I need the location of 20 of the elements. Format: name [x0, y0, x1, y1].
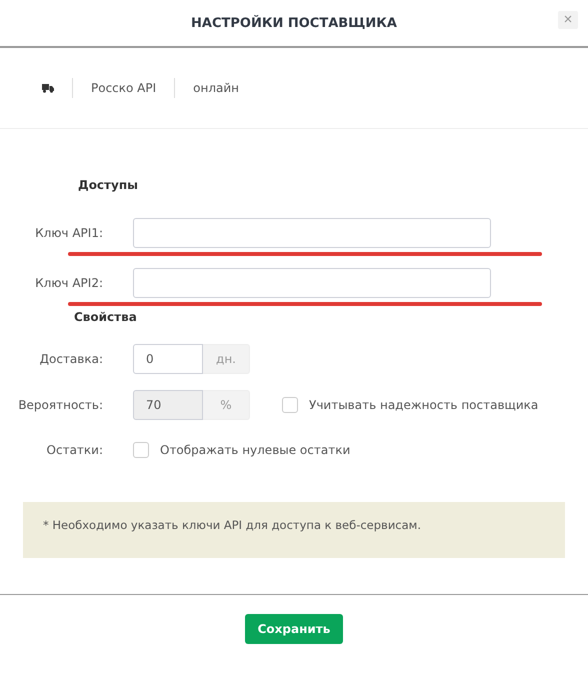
dialog-title: НАСТРОЙКИ ПОСТАВЩИКА [191, 16, 397, 30]
checkbox-label: Отображать нулевые остатки [160, 443, 350, 457]
unit-addon: % [203, 390, 250, 420]
field-label: Доставка: [38, 352, 104, 366]
truck-icon [42, 84, 54, 92]
status-text: онлайн [193, 81, 240, 95]
checkbox[interactable] [133, 442, 149, 458]
section-heading: Свойства [73, 309, 138, 324]
field-label: Остатки: [46, 443, 104, 457]
field-label: Вероятность: [17, 398, 104, 412]
field-label: Ключ API2: [34, 276, 104, 290]
unit-addon: дн. [203, 344, 250, 374]
input-field[interactable] [133, 218, 491, 248]
section-heading: Доступы [77, 177, 139, 192]
checkbox-label: Учитывать надежность поставщика [309, 398, 538, 412]
info-note: * Необходимо указать ключи API для доступа к веб-сервисам. [23, 502, 565, 558]
input-field[interactable]: 0 [133, 344, 203, 374]
supplier-name: Росско API [91, 81, 156, 95]
field-label: Ключ API1: [34, 226, 104, 240]
input-field[interactable] [133, 268, 491, 298]
